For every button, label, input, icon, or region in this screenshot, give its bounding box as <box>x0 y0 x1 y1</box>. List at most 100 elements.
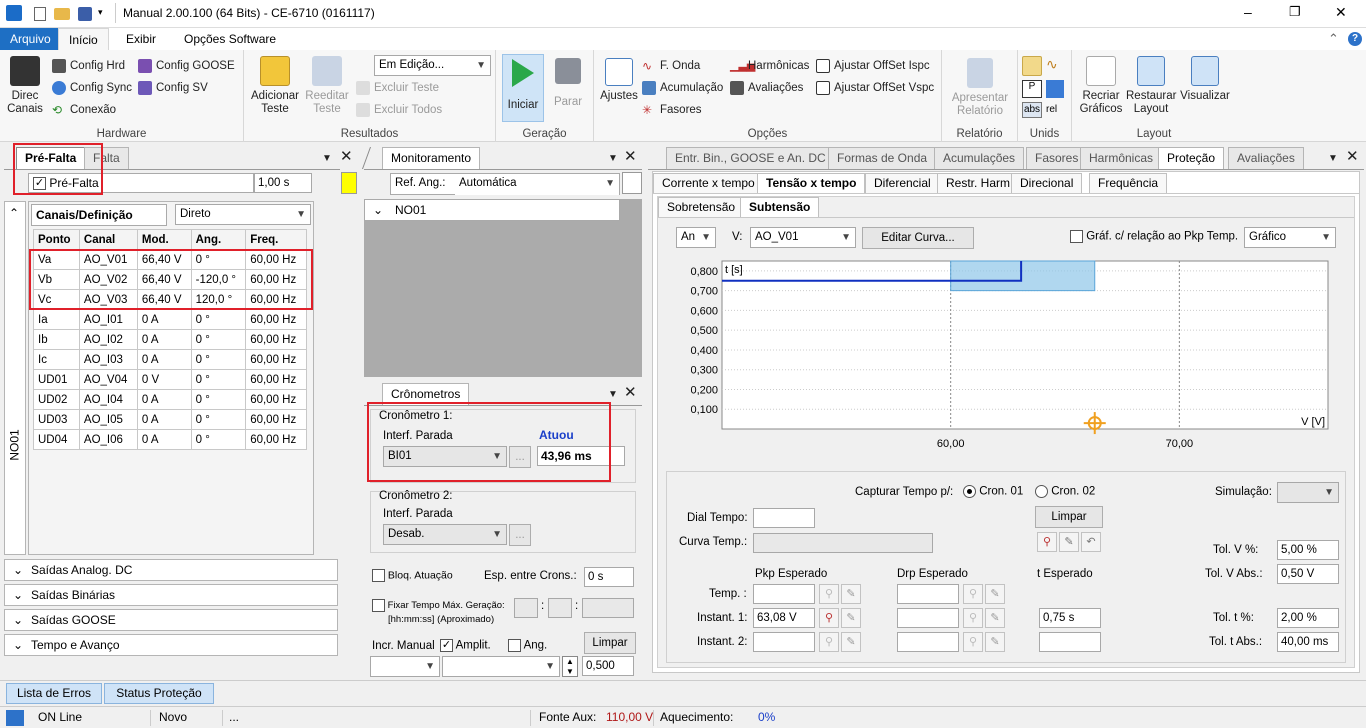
fasores-button[interactable]: ✳ Fasores <box>642 100 702 120</box>
fixar-hh-input[interactable] <box>514 598 538 618</box>
table-cell[interactable]: 0 ° <box>190 409 247 430</box>
temp-pkp-input[interactable] <box>753 584 815 604</box>
menu-exibir[interactable]: Exibir <box>116 28 166 50</box>
column-header[interactable]: Ponto <box>33 229 80 250</box>
pen-icon[interactable]: ✎ <box>841 608 861 628</box>
inst2-drp-input[interactable] <box>897 632 959 652</box>
table-cell[interactable]: 60,00 Hz <box>245 329 307 350</box>
crono2-interf-select[interactable]: Desab. ▼ <box>383 524 507 545</box>
subsub-tab-1[interactable]: Subtensão <box>740 197 820 217</box>
subtab-3[interactable]: Restr. Harm. <box>937 173 1023 193</box>
stepper-icon[interactable]: ▲ ▼ <box>562 656 578 677</box>
pick-icon[interactable]: ⚲ <box>1037 532 1057 552</box>
table-cell[interactable]: 60,00 Hz <box>245 249 307 270</box>
monitor-close-icon[interactable]: ✕ <box>624 149 637 164</box>
an-select[interactable]: An ▼ <box>676 227 716 248</box>
ajustar-offset-vspc-button[interactable]: Ajustar OffSet Vspc <box>816 78 934 98</box>
undo-icon[interactable]: ↶ <box>1081 532 1101 552</box>
graf-relacao-checkbox[interactable]: Gráf. c/ relação ao Pkp Temp. <box>1070 230 1238 243</box>
tab-right-4[interactable]: Harmônicas <box>1080 147 1163 169</box>
f-onda-button[interactable]: ∿ F. Onda <box>642 56 700 76</box>
maximize-button[interactable]: ❐ <box>1289 4 1301 20</box>
table-row[interactable]: Ib AO_I02 0 A0 ° 60,00 Hz <box>33 329 307 350</box>
help-icon[interactable]: ? <box>1348 32 1362 46</box>
excluir-teste-button[interactable]: Excluir Teste <box>356 78 439 98</box>
panel-menu-icon[interactable]: ▼ <box>322 151 332 166</box>
node-side-tab[interactable]: ⌃ NO01 <box>4 201 26 555</box>
adicionar-teste-button[interactable]: Adicionar Teste <box>248 56 302 116</box>
crono1-interf-select[interactable]: BI01 ▼ <box>383 446 507 467</box>
temp-drp-input[interactable] <box>897 584 959 604</box>
column-header[interactable]: Canal <box>78 229 138 250</box>
column-header[interactable]: Freq. <box>245 229 307 250</box>
limpar-incr-button[interactable]: Limpar <box>584 632 636 654</box>
pre-falta-time-input[interactable]: 1,00 s <box>254 173 312 193</box>
edit-state-select[interactable]: Em Edição... ▼ <box>374 55 491 76</box>
table-cell[interactable]: 60,00 Hz <box>245 369 307 390</box>
menu-opcoes-software[interactable]: Opções Software <box>174 28 286 50</box>
table-cell[interactable]: 0 ° <box>190 369 247 390</box>
visualizar-button[interactable]: Visualizar <box>1178 56 1232 103</box>
table-cell[interactable]: 0 A <box>136 429 192 450</box>
pre-falta-checkbox[interactable]: ✓ Pré-Falta <box>28 173 254 193</box>
node-row-no01[interactable]: ⌄ NO01 <box>364 199 620 221</box>
menu-inicio[interactable]: Início <box>58 28 109 50</box>
table-cell[interactable]: 0 ° <box>190 249 247 270</box>
quick-access-dropdown-icon[interactable]: ▾ <box>98 7 103 18</box>
inst1-t-input[interactable]: 0,75 s <box>1039 608 1101 628</box>
tab-monitoramento[interactable]: Monitoramento <box>382 147 481 169</box>
tab-falta[interactable]: Falta <box>84 147 129 169</box>
abs-toggle[interactable]: abs <box>1022 102 1042 118</box>
table-row[interactable]: UD04 AO_I06 0 A0 ° 60,00 Hz <box>33 429 307 450</box>
table-cell[interactable]: 66,40 V <box>136 269 192 290</box>
limpar-form-button[interactable]: Limpar <box>1035 506 1103 528</box>
pick-icon[interactable]: ⚲ <box>819 632 839 652</box>
editar-curva-button[interactable]: Editar Curva... <box>862 227 974 249</box>
table-cell[interactable]: 66,40 V <box>136 249 192 270</box>
section-expander[interactable]: ⌄ Saídas Binárias <box>4 584 338 606</box>
table-cell[interactable]: 66,40 V <box>136 289 192 310</box>
apresentar-relatorio-button[interactable]: Apresentar Relatório <box>946 58 1014 118</box>
table-cell[interactable]: 0 V <box>136 369 192 390</box>
table-row[interactable]: Va AO_V01 66,40 V0 ° 60,00 Hz <box>33 249 307 270</box>
config-hrd-button[interactable]: Config Hrd <box>52 56 125 76</box>
incr-step-input[interactable]: 0,500 <box>582 656 634 676</box>
collapse-icon[interactable]: ⌃ <box>9 206 19 220</box>
rel-toggle[interactable]: rel <box>1046 102 1057 118</box>
direc-canais-button[interactable]: Direc Canais <box>4 56 46 116</box>
right-menu-icon[interactable]: ▼ <box>1328 151 1338 166</box>
monitor-menu-icon[interactable]: ▼ <box>608 151 618 166</box>
ang-checkbox[interactable]: Ang. <box>508 639 547 652</box>
tab-right-2[interactable]: Acumulações <box>934 147 1025 169</box>
esp-input[interactable]: 0 s <box>584 567 634 587</box>
table-row[interactable]: Ia AO_I01 0 A0 ° 60,00 Hz <box>33 309 307 330</box>
menu-arquivo[interactable]: Arquivo <box>0 28 61 50</box>
restaurar-layout-button[interactable]: Restaurar Layout <box>1126 56 1177 116</box>
incr-target-select[interactable]: ▼ <box>442 656 560 677</box>
section-expander[interactable]: ⌄ Saídas GOOSE <box>4 609 338 631</box>
inst1-drp-input[interactable] <box>897 608 959 628</box>
s-units-icon[interactable] <box>1046 80 1064 98</box>
close-button[interactable]: ✕ <box>1335 4 1347 21</box>
table-row[interactable]: Vb AO_V02 66,40 V -120,0 ° 60,00 Hz <box>33 269 307 290</box>
ajustar-offset-ispc-button[interactable]: Ajustar OffSet Ispc <box>816 56 930 76</box>
table-cell[interactable]: 0 A <box>136 409 192 430</box>
table-cell[interactable]: 120,0 ° <box>190 289 247 310</box>
table-cell[interactable]: 60,00 Hz <box>245 429 307 450</box>
table-cell[interactable]: 0 A <box>136 389 192 410</box>
tensao-tempo-chart[interactable]: 0,800 0,700 0,600 0,500 0,400 0,300 0,200 0,100… <box>668 255 1344 465</box>
ajustes-button[interactable]: Ajustes <box>598 58 640 103</box>
tab-right-0[interactable]: Entr. Bin., GOOSE e An. DC <box>666 147 835 169</box>
subtab-4[interactable]: Direcional <box>1011 173 1083 193</box>
reeditar-teste-button[interactable]: Reeditar Teste <box>302 56 352 116</box>
crono-menu-icon[interactable]: ▼ <box>608 387 618 402</box>
table-cell[interactable]: 0 ° <box>190 349 247 370</box>
subtab-1[interactable]: Tensão x tempo <box>757 173 866 193</box>
table-cell[interactable]: 0 ° <box>190 309 247 330</box>
v-channel-select[interactable]: AO_V01 ▼ <box>750 227 856 248</box>
table-cell[interactable]: 0 A <box>136 349 192 370</box>
fixar-mm-input[interactable] <box>548 598 572 618</box>
pen-icon[interactable]: ✎ <box>841 584 861 604</box>
subtab-2[interactable]: Diferencial <box>865 173 940 193</box>
table-row[interactable]: Vc AO_V03 66,40 V 120,0 ° 60,00 Hz <box>33 289 307 310</box>
